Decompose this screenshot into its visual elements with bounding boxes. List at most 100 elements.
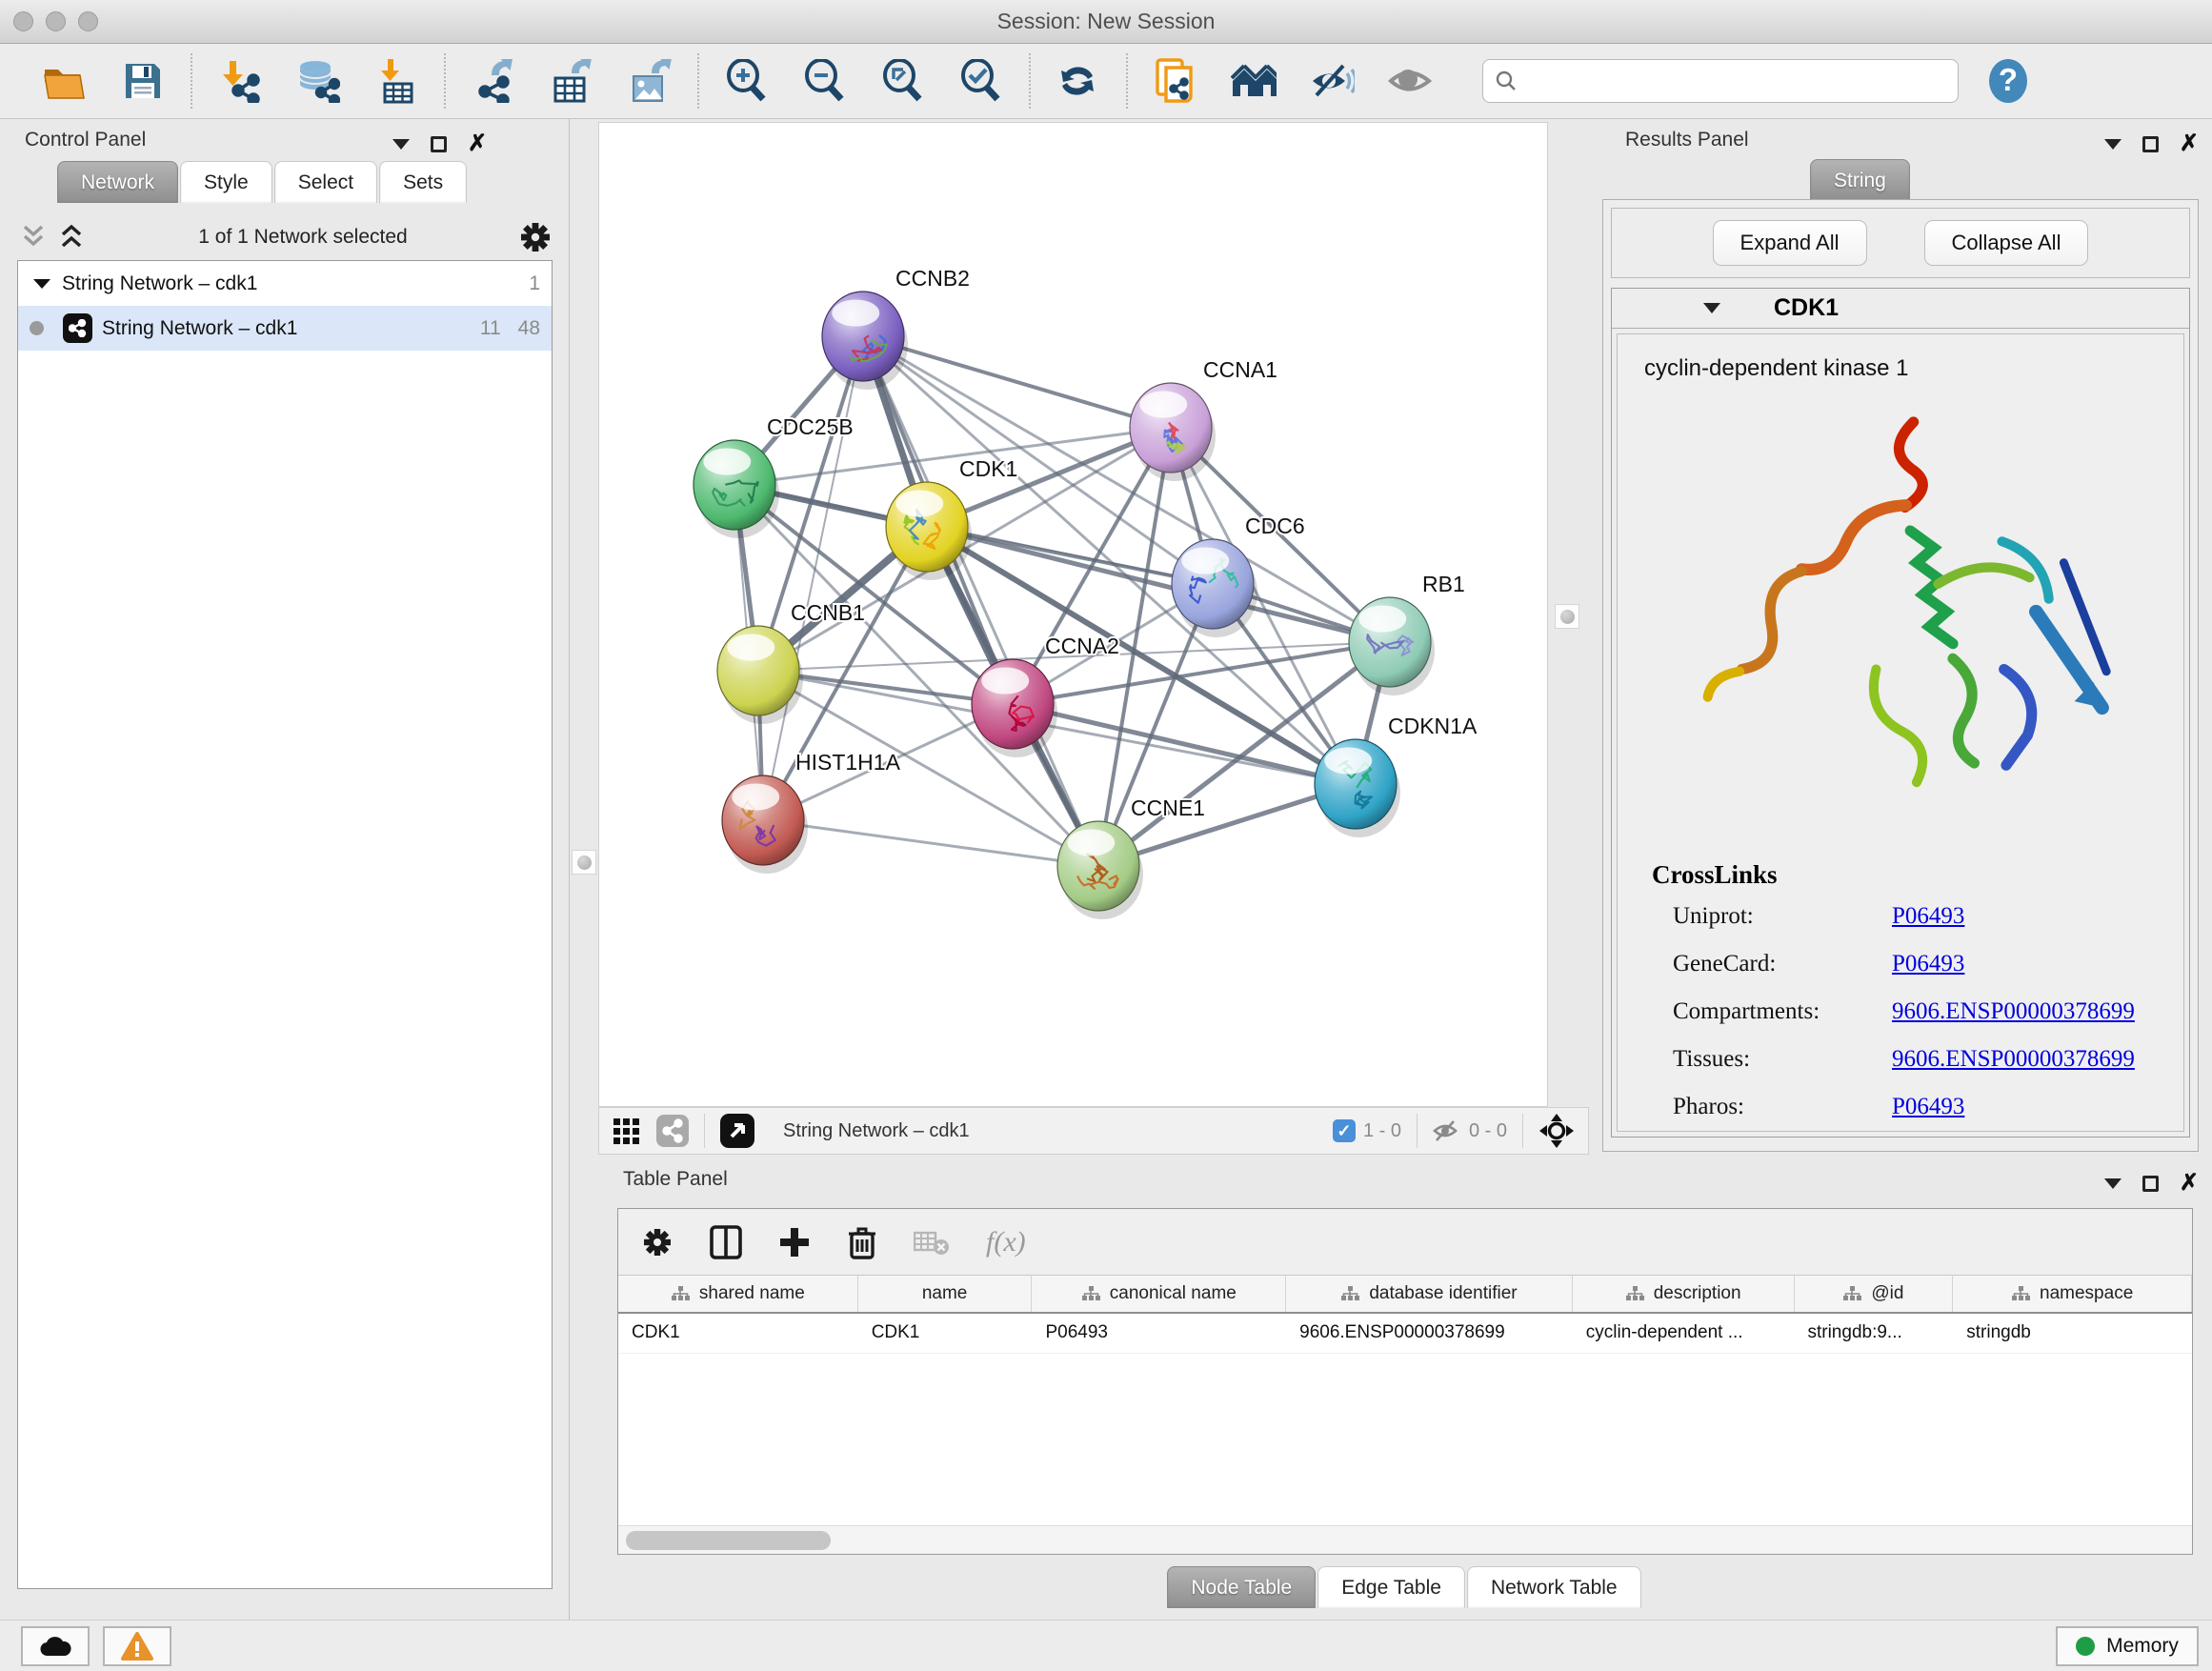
results-float-icon[interactable] — [2142, 136, 2159, 152]
zoom-fit-icon[interactable] — [880, 58, 926, 104]
column-header-@id[interactable]: @id — [1795, 1276, 1954, 1312]
results-close-icon[interactable]: ✗ — [2180, 132, 2199, 155]
cloud-status-button[interactable] — [21, 1626, 90, 1666]
warnings-button[interactable] — [103, 1626, 171, 1666]
tab-sets[interactable]: Sets — [379, 161, 467, 203]
expand-all-button[interactable]: Expand All — [1713, 220, 1867, 266]
close-panel-icon[interactable]: ✗ — [468, 132, 487, 155]
table-settings-gear-icon[interactable] — [641, 1226, 674, 1258]
network-node-CDKN1A[interactable] — [1315, 739, 1400, 837]
table-cell[interactable]: cyclin-dependent ... — [1573, 1314, 1795, 1353]
float-panel-icon[interactable] — [431, 136, 447, 152]
network-options-gear-icon[interactable] — [518, 220, 553, 254]
column-header-description[interactable]: description — [1573, 1276, 1795, 1312]
import-table-file-icon[interactable] — [373, 58, 419, 104]
table-cell[interactable]: P06493 — [1032, 1314, 1286, 1353]
results-menu-icon[interactable] — [2104, 139, 2122, 150]
table-hscrollbar[interactable] — [618, 1525, 2192, 1554]
column-header-name[interactable]: name — [858, 1276, 1033, 1312]
hide-panels-icon[interactable] — [1309, 58, 1355, 104]
export-network-icon[interactable] — [471, 58, 516, 104]
tab-edge-table[interactable]: Edge Table — [1317, 1566, 1465, 1608]
collapse-all-button[interactable]: Collapse All — [1924, 220, 2089, 266]
table-cell[interactable]: CDK1 — [858, 1314, 1033, 1353]
zoom-out-icon[interactable] — [802, 58, 848, 104]
help-icon[interactable]: ? — [1985, 58, 2031, 104]
expand-all-icon[interactable] — [55, 223, 88, 252]
network-canvas[interactable]: CCNB2CCNA1CDC25BCDK1CDC6RB1CCNB1CCNA2CDK… — [598, 122, 1548, 1107]
network-node-HIST1H1A[interactable] — [722, 775, 808, 874]
table-close-icon[interactable]: ✗ — [2180, 1172, 2199, 1195]
network-node-CDK1[interactable] — [886, 482, 972, 580]
search-box[interactable] — [1482, 59, 1959, 103]
crosslink-link[interactable]: P06493 — [1892, 1094, 1964, 1120]
home-panel-icon[interactable] — [1231, 58, 1277, 104]
network-node-CCNA1[interactable] — [1130, 383, 1216, 481]
open-in-window-icon[interactable] — [720, 1114, 754, 1148]
search-input[interactable] — [1523, 70, 1946, 92]
network-node-CCNA2[interactable] — [972, 659, 1057, 757]
table-cell[interactable]: stringdb — [1953, 1314, 2192, 1353]
network-node-CCNE1[interactable] — [1057, 821, 1143, 919]
network-edge[interactable] — [863, 336, 1098, 866]
selected-checkbox-icon[interactable]: ✓ — [1333, 1119, 1356, 1142]
import-network-database-icon[interactable] — [295, 58, 341, 104]
column-header-shared-name[interactable]: shared name — [618, 1276, 858, 1312]
zoom-selected-icon[interactable] — [958, 58, 1004, 104]
crosslink-link[interactable]: P06493 — [1892, 903, 1964, 930]
open-session-icon[interactable] — [42, 58, 88, 104]
network-edge[interactable] — [1013, 704, 1356, 784]
crosslink-link[interactable]: P06493 — [1892, 951, 1964, 977]
copy-network-style-icon[interactable] — [1153, 58, 1198, 104]
left-divider-handle[interactable] — [572, 850, 596, 875]
string-network-badge-icon[interactable] — [656, 1115, 689, 1147]
right-divider-handle[interactable] — [1555, 604, 1579, 629]
table-cell[interactable]: stringdb:9... — [1794, 1314, 1953, 1353]
panel-menu-icon[interactable] — [392, 139, 410, 150]
export-image-icon[interactable] — [627, 58, 673, 104]
tab-style[interactable]: Style — [180, 161, 272, 203]
tree-expand-icon[interactable] — [30, 274, 54, 293]
table-row[interactable]: CDK1CDK1P064939606.ENSP00000378699cyclin… — [618, 1314, 2192, 1354]
network-edge[interactable] — [863, 336, 1171, 428]
zoom-in-icon[interactable] — [724, 58, 770, 104]
table-hscrollbar-thumb[interactable] — [626, 1531, 831, 1550]
column-header-canonical-name[interactable]: canonical name — [1032, 1276, 1286, 1312]
network-edge[interactable] — [763, 336, 863, 820]
network-node-CDC25B[interactable] — [694, 440, 779, 538]
network-node-CDC6[interactable] — [1172, 539, 1257, 637]
birdseye-grid-icon[interactable] — [613, 1117, 641, 1145]
tab-select[interactable]: Select — [274, 161, 377, 203]
table-cell[interactable]: 9606.ENSP00000378699 — [1286, 1314, 1573, 1353]
export-table-icon[interactable] — [549, 58, 594, 104]
tab-network[interactable]: Network — [57, 161, 178, 203]
gene-collapse-icon[interactable] — [1703, 303, 1720, 313]
network-row[interactable]: String Network – cdk1 11 48 — [18, 306, 552, 351]
apply-layout-icon[interactable] — [1056, 58, 1101, 104]
gene-section-header[interactable]: CDK1 — [1612, 289, 2189, 329]
memory-button[interactable]: Memory — [2056, 1626, 2199, 1666]
show-panels-icon[interactable] — [1387, 58, 1433, 104]
tab-node-table[interactable]: Node Table — [1167, 1566, 1316, 1608]
window-controls[interactable] — [13, 11, 98, 31]
window-zoom-button[interactable] — [78, 11, 98, 31]
network-collection-row[interactable]: String Network – cdk1 1 — [18, 261, 552, 306]
save-session-icon[interactable] — [120, 58, 166, 104]
network-edge[interactable] — [763, 820, 1098, 866]
network-graph[interactable]: CCNB2CCNA1CDC25BCDK1CDC6RB1CCNB1CCNA2CDK… — [599, 123, 1547, 1106]
table-menu-icon[interactable] — [2104, 1178, 2122, 1189]
network-node-CCNB2[interactable] — [822, 292, 908, 390]
column-header-database-identifier[interactable]: database identifier — [1286, 1276, 1573, 1312]
table-float-icon[interactable] — [2142, 1176, 2159, 1192]
tab-network-table[interactable]: Network Table — [1467, 1566, 1641, 1608]
crosslink-link[interactable]: 9606.ENSP00000378699 — [1892, 998, 2135, 1025]
window-minimize-button[interactable] — [46, 11, 66, 31]
fit-selected-crosshair-icon[interactable] — [1538, 1113, 1575, 1149]
window-close-button[interactable] — [13, 11, 33, 31]
collapse-all-icon[interactable] — [17, 223, 50, 252]
network-node-RB1[interactable] — [1349, 597, 1435, 695]
tab-string[interactable]: String — [1810, 159, 1910, 201]
table-cell[interactable]: CDK1 — [618, 1314, 858, 1353]
column-header-namespace[interactable]: namespace — [1953, 1276, 2192, 1312]
import-network-file-icon[interactable] — [217, 58, 263, 104]
